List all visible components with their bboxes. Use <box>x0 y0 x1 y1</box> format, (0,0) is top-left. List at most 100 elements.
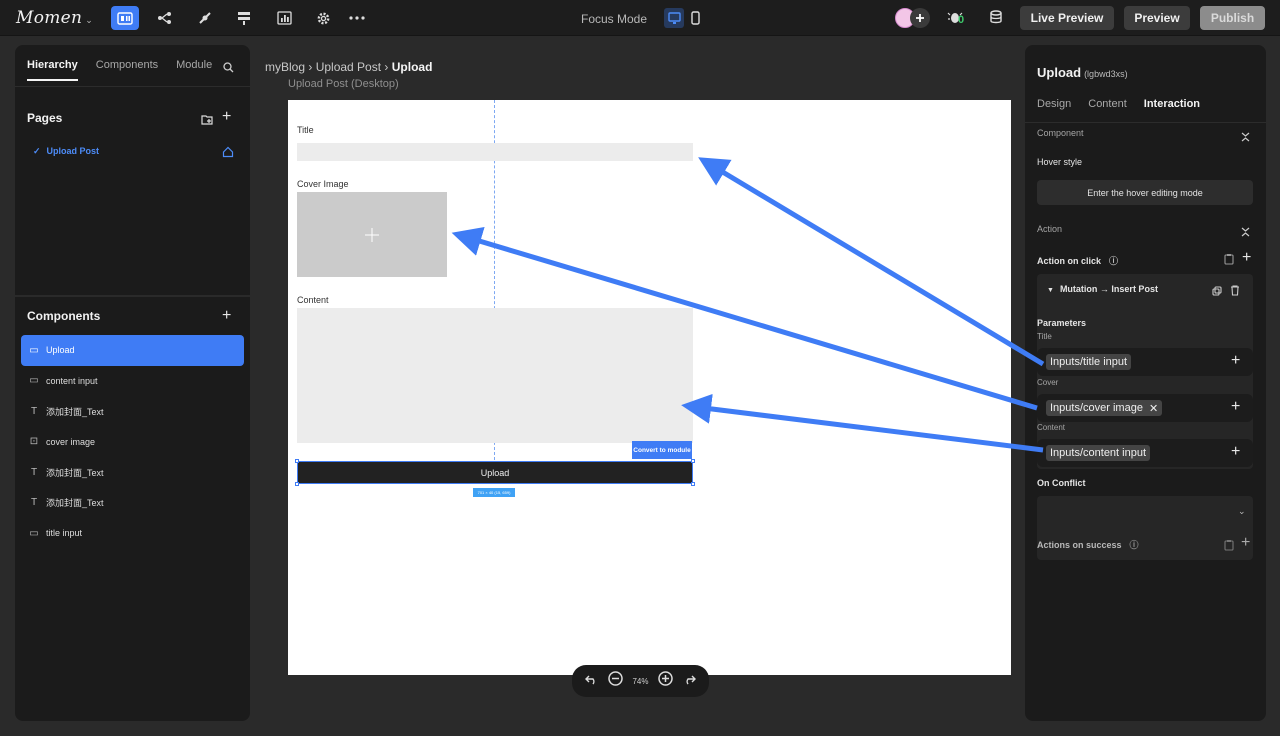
gear-icon[interactable] <box>309 6 337 30</box>
param-chip-cover-text: Inputs/cover image <box>1050 402 1143 414</box>
redo-icon[interactable] <box>683 672 697 690</box>
tab-interaction[interactable]: Interaction <box>1144 98 1200 110</box>
hover-editing-button[interactable]: Enter the hover editing mode <box>1037 180 1253 205</box>
add-action-icon[interactable]: + <box>1242 250 1251 266</box>
param-row-title: Inputs/title input + <box>1037 348 1253 376</box>
component-item-cover-image[interactable]: ⊡ cover image <box>21 427 244 458</box>
add-param-icon[interactable]: + <box>1231 399 1240 415</box>
components-title: Components <box>27 309 101 323</box>
component-name: Upload <box>1037 65 1082 80</box>
tab-content[interactable]: Content <box>1088 98 1127 110</box>
tab-hierarchy[interactable]: Hierarchy <box>27 59 78 81</box>
chevron-down-icon[interactable]: ⌄ <box>85 16 93 26</box>
convert-to-module-button[interactable]: Convert to module <box>632 441 692 459</box>
image-icon: ⊡ <box>29 436 39 448</box>
component-item-text[interactable]: T 添加封面_Text <box>21 488 244 519</box>
add-param-icon[interactable]: + <box>1231 353 1240 369</box>
analytics-icon[interactable] <box>270 6 298 30</box>
action-on-click-label: Action on click ⓘ <box>1037 254 1118 267</box>
resize-handle[interactable] <box>295 459 299 463</box>
component-item-content-input[interactable]: ▭ content input <box>21 366 244 397</box>
component-item-upload[interactable]: ▭ Upload <box>21 335 244 366</box>
preview-button[interactable]: Preview <box>1124 6 1190 30</box>
component-label: 添加封面_Text <box>46 467 104 478</box>
param-chip-content[interactable]: Inputs/content input <box>1046 445 1151 461</box>
param-chip-title[interactable]: Inputs/title input <box>1046 354 1132 370</box>
title-input[interactable] <box>297 143 693 161</box>
param-chip-cover[interactable]: Inputs/cover image ✕ <box>1046 400 1163 416</box>
upload-button[interactable]: Upload <box>297 461 693 484</box>
design-canvas[interactable]: Title Cover Image Content Convert to mod… <box>288 100 1011 675</box>
bug-icon[interactable]: 0 <box>942 6 970 30</box>
desktop-view-icon[interactable] <box>664 8 684 28</box>
mutation-label: Mutation → Insert Post <box>1059 284 1158 294</box>
more-icon[interactable] <box>343 6 371 30</box>
actions-on-success-label: Actions on success ⓘ <box>1037 538 1139 551</box>
focus-mode-label[interactable]: Focus Mode <box>581 12 647 26</box>
size-tag: 701 × 40 (15, 659) <box>473 488 515 497</box>
home-icon[interactable] <box>222 145 234 163</box>
page-item-upload-post[interactable]: ✓ Upload Post <box>33 146 99 157</box>
content-input[interactable] <box>297 308 693 443</box>
paste-icon[interactable] <box>1224 252 1234 270</box>
help-icon[interactable]: ⓘ <box>1130 540 1139 550</box>
paste-icon[interactable] <box>1224 538 1234 556</box>
copy-icon[interactable] <box>1212 283 1222 301</box>
live-preview-button[interactable]: Live Preview <box>1020 6 1114 30</box>
breadcrumb-page[interactable]: Upload Post <box>316 60 381 74</box>
input-icon: ▭ <box>29 527 39 539</box>
property-tabs: Design Content Interaction <box>1037 98 1217 110</box>
zoom-level[interactable]: 74% <box>632 677 648 686</box>
component-label: content input <box>46 375 98 386</box>
add-folder-icon[interactable] <box>201 112 213 130</box>
data-model-icon[interactable] <box>151 6 179 30</box>
cover-label: Cover Image <box>297 179 349 189</box>
components-panel: Components + ▭ Upload ▭ content input T 添加封… <box>15 297 250 721</box>
add-collaborator-icon[interactable] <box>910 8 930 28</box>
undo-icon[interactable] <box>584 672 598 690</box>
mutation-header[interactable]: ▼ Mutation → Insert Post <box>1047 284 1158 294</box>
zoom-in-icon[interactable] <box>658 671 674 691</box>
zoom-control: 74% <box>572 665 709 697</box>
mobile-view-icon[interactable] <box>685 8 705 28</box>
cover-image-upload[interactable] <box>297 192 447 277</box>
actionflow-icon[interactable] <box>191 6 219 30</box>
publish-button[interactable]: Publish <box>1200 6 1265 30</box>
close-icon[interactable]: ✕ <box>1149 402 1158 415</box>
action-on-click-text: Action on click <box>1037 256 1102 266</box>
selected-component-title: Upload (lgbwd3xs) <box>1037 65 1128 80</box>
component-item-text[interactable]: T 添加封面_Text <box>21 396 244 427</box>
pages-view-icon[interactable] <box>111 6 139 30</box>
zoom-out-icon[interactable] <box>607 671 623 691</box>
tab-design[interactable]: Design <box>1037 98 1071 110</box>
tab-components[interactable]: Components <box>96 59 158 81</box>
collapse-icon[interactable] <box>1241 129 1250 147</box>
tab-module[interactable]: Module <box>176 59 212 81</box>
resize-handle[interactable] <box>691 459 695 463</box>
database-icon[interactable] <box>984 6 1012 30</box>
trash-icon[interactable] <box>1230 283 1240 301</box>
help-icon[interactable]: ⓘ <box>1109 256 1118 266</box>
resize-handle[interactable] <box>295 482 299 486</box>
component-label: title input <box>46 528 83 539</box>
component-item-text[interactable]: T 添加封面_Text <box>21 457 244 488</box>
component-item-title-input[interactable]: ▭ title input <box>21 518 244 549</box>
breadcrumb-app[interactable]: myBlog <box>265 60 305 74</box>
add-action-icon[interactable]: + <box>1241 535 1250 551</box>
add-component-icon[interactable]: + <box>222 308 231 324</box>
action-section-title: Action <box>1037 224 1063 234</box>
app-logo[interactable]: Momen ⌄ <box>16 8 93 28</box>
on-conflict-box: On Conflict ⌄ Actions on success ⓘ + <box>1037 478 1253 560</box>
component-id: (lgbwd3xs) <box>1084 69 1128 79</box>
collapse-icon[interactable] <box>1241 224 1250 242</box>
search-icon[interactable] <box>223 60 234 78</box>
api-icon[interactable] <box>230 6 258 30</box>
text-icon: T <box>30 405 38 417</box>
chevron-down-icon[interactable]: ⌄ <box>1238 506 1246 517</box>
add-page-icon[interactable]: + <box>222 109 231 125</box>
component-label: 添加封面_Text <box>46 406 104 417</box>
tab-divider <box>15 86 250 87</box>
param-content-label: Content <box>1037 423 1066 432</box>
add-param-icon[interactable]: + <box>1231 444 1240 460</box>
resize-handle[interactable] <box>691 482 695 486</box>
